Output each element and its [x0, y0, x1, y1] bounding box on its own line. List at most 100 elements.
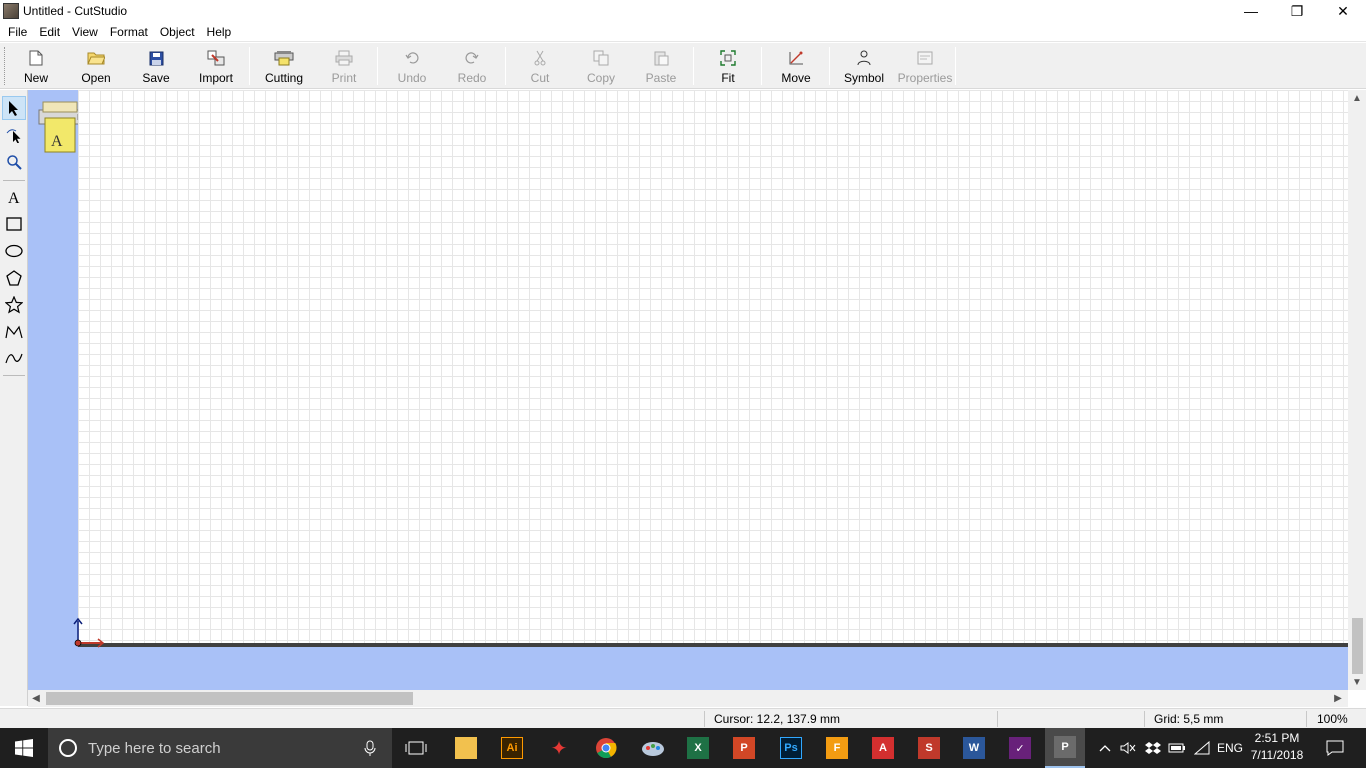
dropbox-button[interactable] — [1142, 728, 1164, 768]
palette-icon — [642, 742, 664, 756]
import-icon — [206, 49, 226, 67]
print-button[interactable]: Print — [320, 47, 368, 87]
restore-button[interactable]: ❐ — [1274, 0, 1320, 22]
ellipse-tool[interactable] — [2, 239, 26, 263]
paste-button[interactable]: Paste — [637, 47, 685, 87]
cutstudio-icon: P — [1054, 736, 1076, 758]
microphone-icon[interactable] — [364, 740, 376, 756]
redo-icon — [462, 49, 482, 67]
scroll-left-arrow[interactable]: ◀ — [28, 690, 44, 707]
taskbar-acrobat[interactable]: A — [863, 732, 903, 764]
grid-size: Grid: 5,5 mm — [1154, 712, 1224, 726]
node-edit-icon — [6, 129, 21, 143]
import-button[interactable]: Import — [192, 47, 240, 87]
horizontal-scroll-thumb[interactable] — [46, 692, 413, 705]
action-center-button[interactable] — [1318, 728, 1352, 768]
taskbar-visual-studio[interactable]: ✓ — [1000, 732, 1040, 764]
status-divider — [997, 711, 998, 727]
magnifier-icon — [7, 155, 22, 170]
fit-icon — [718, 49, 738, 67]
cut-button[interactable]: Cut — [516, 47, 564, 87]
horizontal-scrollbar[interactable]: ◀ ▶ — [28, 690, 1348, 707]
taskbar-search-box[interactable]: Type here to search — [48, 728, 392, 768]
pentagon-icon — [6, 270, 22, 286]
minimize-button[interactable]: — — [1228, 0, 1274, 22]
paste-label: Paste — [645, 71, 677, 85]
taskbar-chrome[interactable] — [586, 732, 626, 764]
text-tool[interactable]: A — [2, 185, 26, 209]
close-button[interactable]: ✕ — [1320, 0, 1366, 22]
menu-bar: File Edit View Format Object Help — [0, 22, 1366, 42]
taskbar-sketchup[interactable]: S — [909, 732, 949, 764]
task-view-button[interactable] — [396, 732, 436, 764]
status-divider — [704, 711, 705, 727]
drawing-canvas[interactable]: A — [28, 90, 1348, 690]
fit-button[interactable]: Fit — [704, 47, 752, 87]
taskbar-red-app[interactable]: ✦ — [539, 732, 579, 764]
select-tool[interactable] — [2, 96, 26, 120]
symbol-person-icon — [854, 49, 874, 67]
copy-label: Copy — [586, 71, 615, 85]
scroll-down-arrow[interactable]: ▼ — [1348, 674, 1366, 690]
taskbar-photoshop[interactable]: Ps — [771, 732, 811, 764]
taskbar-excel[interactable]: X — [678, 732, 718, 764]
cutting-button[interactable]: Cutting — [258, 47, 310, 87]
undo-button[interactable]: Undo — [388, 47, 436, 87]
move-button[interactable]: Move — [772, 47, 820, 87]
menu-help[interactable]: Help — [201, 25, 238, 39]
vertical-scroll-thumb[interactable] — [1352, 618, 1363, 674]
properties-button[interactable]: Properties — [896, 47, 954, 87]
search-placeholder: Type here to search — [88, 739, 221, 757]
scroll-right-arrow[interactable]: ▶ — [1330, 690, 1346, 707]
palette-divider — [3, 180, 25, 181]
menu-format[interactable]: Format — [104, 25, 154, 39]
polyline-tool[interactable] — [2, 320, 26, 344]
scroll-up-arrow[interactable]: ▲ — [1348, 90, 1366, 106]
media-sheet[interactable] — [78, 90, 1348, 643]
taskbar-paint-app[interactable] — [633, 732, 673, 764]
origin-axes-icon[interactable] — [72, 617, 108, 653]
zoom-tool[interactable] — [2, 150, 26, 174]
menu-view[interactable]: View — [66, 25, 104, 39]
open-button[interactable]: Open — [72, 47, 120, 87]
chevron-up-icon — [1099, 745, 1111, 752]
new-button[interactable]: New — [12, 47, 60, 87]
taskbar-file-explorer[interactable] — [446, 732, 486, 764]
word-icon: W — [963, 737, 985, 759]
battery-button[interactable] — [1166, 728, 1188, 768]
scissors-icon — [530, 49, 550, 67]
redo-button[interactable]: Redo — [448, 47, 496, 87]
menu-file[interactable]: File — [2, 25, 33, 39]
volume-button[interactable] — [1118, 728, 1138, 768]
curve-tool[interactable] — [2, 347, 26, 371]
toolbar-grip[interactable] — [4, 47, 6, 85]
polyline-icon — [5, 325, 23, 339]
network-button[interactable] — [1190, 728, 1214, 768]
copy-button[interactable]: Copy — [577, 47, 625, 87]
menu-edit[interactable]: Edit — [33, 25, 66, 39]
taskbar-word[interactable]: W — [954, 732, 994, 764]
taskbar-clock[interactable]: 2:51 PM 7/11/2018 — [1246, 730, 1308, 764]
vertical-scrollbar[interactable]: ▲ ▼ — [1348, 90, 1366, 690]
windows-taskbar: Type here to search Ai ✦ X P Ps F A S W … — [0, 728, 1366, 768]
taskbar-cutstudio[interactable]: P — [1045, 728, 1085, 768]
taskbar-illustrator[interactable]: Ai — [492, 732, 532, 764]
visual-studio-icon: ✓ — [1009, 737, 1031, 759]
ellipse-icon — [5, 244, 23, 258]
node-edit-tool[interactable] — [2, 123, 26, 147]
polygon-tool[interactable] — [2, 266, 26, 290]
show-hidden-icons-button[interactable] — [1096, 728, 1114, 768]
taskbar-foxit[interactable]: F — [817, 732, 857, 764]
taskbar-powerpoint[interactable]: P — [724, 732, 764, 764]
cutting-plotter-icon — [274, 49, 294, 67]
svg-text:A: A — [51, 133, 63, 150]
menu-object[interactable]: Object — [154, 25, 201, 39]
start-button[interactable] — [0, 728, 48, 768]
save-button[interactable]: Save — [132, 47, 180, 87]
illustrator-icon: Ai — [501, 737, 523, 759]
task-view-icon — [405, 741, 427, 755]
input-language[interactable]: ENG — [1214, 728, 1246, 768]
symbol-button[interactable]: Symbol — [838, 47, 890, 87]
star-tool[interactable] — [2, 293, 26, 317]
rectangle-tool[interactable] — [2, 212, 26, 236]
